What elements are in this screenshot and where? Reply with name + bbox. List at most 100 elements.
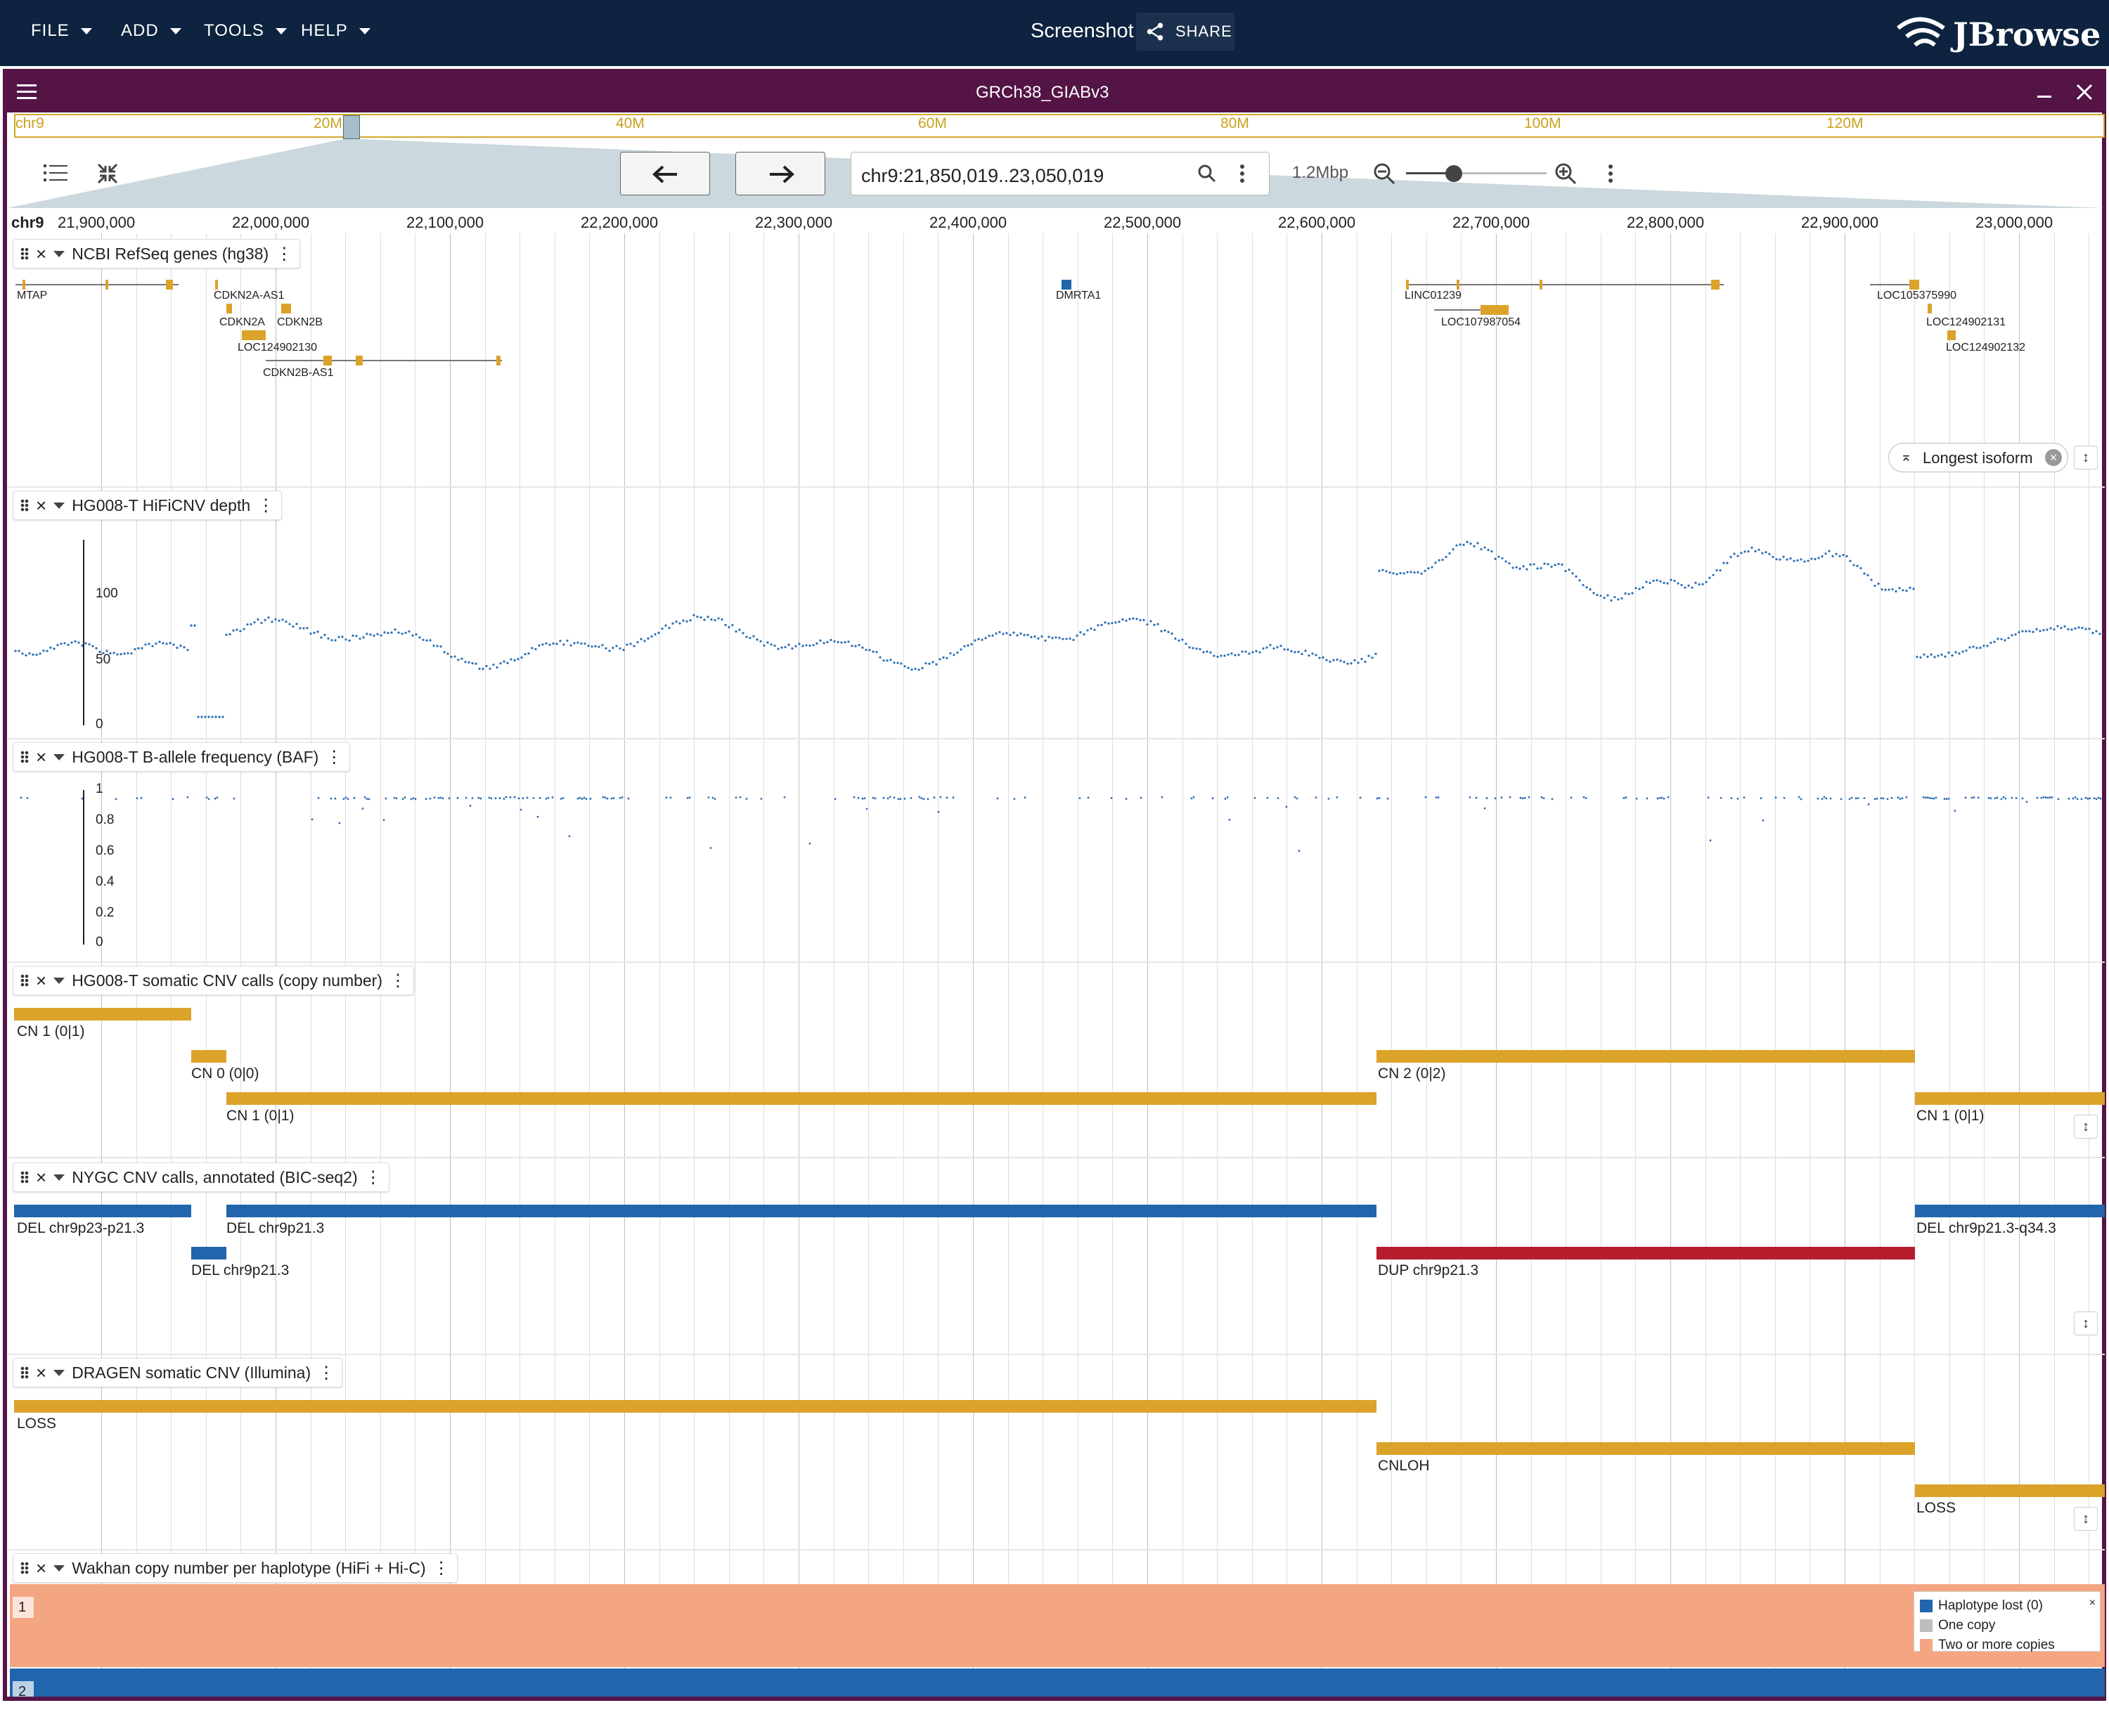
gene-label[interactable]: MTAP	[17, 290, 47, 302]
drag-handle-icon[interactable]	[20, 1562, 29, 1574]
depth-point	[798, 642, 801, 645]
close-track-icon[interactable]: ×	[36, 495, 46, 517]
drag-handle-icon[interactable]	[20, 247, 29, 260]
track-menu-icon[interactable]: ⋮	[365, 1167, 382, 1188]
close-view-icon[interactable]	[2075, 83, 2094, 101]
cnv-feature[interactable]	[1915, 1484, 2105, 1497]
zoom-slider-thumb[interactable]	[1445, 165, 1462, 182]
track-header-baf[interactable]: × HG008-T B-allele frequency (BAF) ⋮	[13, 742, 351, 772]
collapse-track-icon[interactable]	[53, 753, 65, 760]
depth-point	[833, 640, 836, 643]
drag-handle-icon[interactable]	[20, 751, 29, 763]
gene-label[interactable]: LOC105375990	[1877, 290, 1956, 302]
gene-label[interactable]: LOC124902130	[238, 342, 317, 354]
menu-help[interactable]: HELP	[301, 21, 370, 41]
baf-scatter-plot[interactable]	[7, 775, 2105, 957]
close-track-icon[interactable]: ×	[36, 1557, 46, 1579]
more-vert-icon[interactable]	[1239, 163, 1246, 184]
cnv-feature[interactable]	[1915, 1092, 2105, 1105]
cnv-feature[interactable]	[14, 1400, 1376, 1413]
depth-scatter-plot[interactable]	[7, 520, 2105, 731]
zoom-out-icon[interactable]	[1372, 162, 1396, 186]
cnv-feature[interactable]	[191, 1050, 226, 1063]
drag-handle-icon[interactable]	[20, 974, 29, 987]
close-track-icon[interactable]: ×	[36, 970, 46, 992]
track-menu-icon[interactable]: ⋮	[325, 747, 342, 767]
track-header-depth[interactable]: × HG008-T HiFiCNV depth ⋮	[13, 491, 283, 520]
search-icon[interactable]	[1197, 163, 1218, 184]
close-track-icon[interactable]: ×	[36, 1362, 46, 1384]
pan-left-button[interactable]	[620, 152, 710, 195]
resize-track-icon[interactable]: ↕	[2074, 1115, 2098, 1139]
track-menu-icon[interactable]: ⋮	[389, 971, 406, 991]
gene-label[interactable]: LINC01239	[1405, 290, 1462, 302]
longest-isoform-chip[interactable]: ⌅ Longest isoform ×	[1888, 443, 2068, 472]
haplotype-row-2[interactable]	[10, 1669, 2105, 1697]
gene-label[interactable]: CDKN2B-AS1	[263, 367, 333, 380]
view-options-icon[interactable]	[1607, 163, 1614, 184]
close-track-icon[interactable]: ×	[36, 1167, 46, 1188]
track-menu-icon[interactable]: ⋮	[276, 244, 292, 264]
resize-track-icon[interactable]: ↕	[2074, 1311, 2098, 1335]
depth-point	[446, 652, 449, 655]
close-track-icon[interactable]: ×	[36, 243, 46, 265]
overview-highlight-window[interactable]	[343, 115, 360, 139]
baf-point	[395, 797, 398, 800]
collapse-track-icon[interactable]	[53, 1369, 65, 1376]
cnv-feature[interactable]	[226, 1205, 1376, 1217]
collapse-track-icon[interactable]	[53, 1565, 65, 1572]
cnv-feature[interactable]	[1376, 1442, 1915, 1455]
resize-track-icon[interactable]: ↕	[2074, 446, 2098, 469]
track-header-cn[interactable]: × HG008-T somatic CNV calls (copy number…	[13, 966, 415, 995]
depth-point	[123, 652, 126, 655]
cnv-feature[interactable]	[1376, 1247, 1915, 1259]
collapse-track-icon[interactable]	[53, 502, 65, 509]
track-header-nygc[interactable]: × NYGC CNV calls, annotated (BIC-seq2) ⋮	[13, 1162, 389, 1192]
grid-line	[589, 233, 591, 1697]
collapse-track-icon[interactable]	[53, 977, 65, 984]
minimize-icon[interactable]	[2037, 96, 2051, 98]
chip-delete-icon[interactable]: ×	[2045, 449, 2062, 466]
haplotype-row-1[interactable]	[10, 1584, 2105, 1667]
cnv-feature[interactable]	[14, 1008, 191, 1021]
cnv-feature[interactable]	[191, 1247, 226, 1259]
cnv-feature[interactable]	[14, 1205, 191, 1217]
cnv-feature[interactable]	[1915, 1205, 2105, 1217]
resize-track-icon[interactable]: ↕	[2074, 1507, 2098, 1531]
track-header-wakhan[interactable]: × Wakhan copy number per haplotype (HiFi…	[13, 1553, 458, 1583]
close-track-icon[interactable]: ×	[36, 746, 46, 768]
track-menu-icon[interactable]: ⋮	[257, 495, 274, 516]
gene-label[interactable]: LOC107987054	[1441, 316, 1521, 329]
collapse-icon[interactable]	[96, 162, 120, 186]
share-button[interactable]: SHARE	[1136, 13, 1234, 51]
legend-close-icon[interactable]: ×	[2089, 1593, 2096, 1613]
baf-point	[861, 798, 864, 800]
drag-handle-icon[interactable]	[20, 1171, 29, 1184]
track-menu-icon[interactable]: ⋮	[433, 1558, 450, 1579]
track-header-genes[interactable]: × NCBI RefSeq genes (hg38) ⋮	[13, 239, 301, 268]
view-menu-icon[interactable]	[17, 83, 38, 101]
depth-point	[1603, 597, 1606, 600]
gene-label[interactable]: LOC124902132	[1946, 342, 2025, 354]
drag-handle-icon[interactable]	[20, 1366, 29, 1379]
gene-label[interactable]: DMRTA1	[1056, 290, 1101, 302]
zoom-in-icon[interactable]	[1554, 162, 1578, 186]
track-menu-icon[interactable]: ⋮	[318, 1363, 335, 1383]
session-title[interactable]: Screenshot	[1031, 20, 1134, 43]
gene-label[interactable]: CDKN2B	[277, 316, 323, 329]
pan-right-button[interactable]	[735, 152, 825, 195]
track-header-dragen[interactable]: × DRAGEN somatic CNV (Illumina) ⋮	[13, 1358, 343, 1387]
collapse-track-icon[interactable]	[53, 250, 65, 257]
cnv-feature[interactable]	[1376, 1050, 1915, 1063]
gene-label[interactable]: LOC124902131	[1926, 316, 2006, 329]
track-selector-icon[interactable]	[44, 163, 67, 184]
menu-add[interactable]: ADD	[121, 21, 181, 41]
drag-handle-icon[interactable]	[20, 499, 29, 512]
collapse-track-icon[interactable]	[53, 1174, 65, 1181]
baf-point	[1930, 797, 1933, 800]
cnv-feature[interactable]	[226, 1092, 1376, 1105]
menu-tools[interactable]: TOOLS	[204, 21, 287, 41]
menu-file[interactable]: FILE	[31, 21, 92, 41]
gene-label[interactable]: CDKN2A-AS1	[214, 290, 284, 302]
gene-label[interactable]: CDKN2A	[219, 316, 265, 329]
